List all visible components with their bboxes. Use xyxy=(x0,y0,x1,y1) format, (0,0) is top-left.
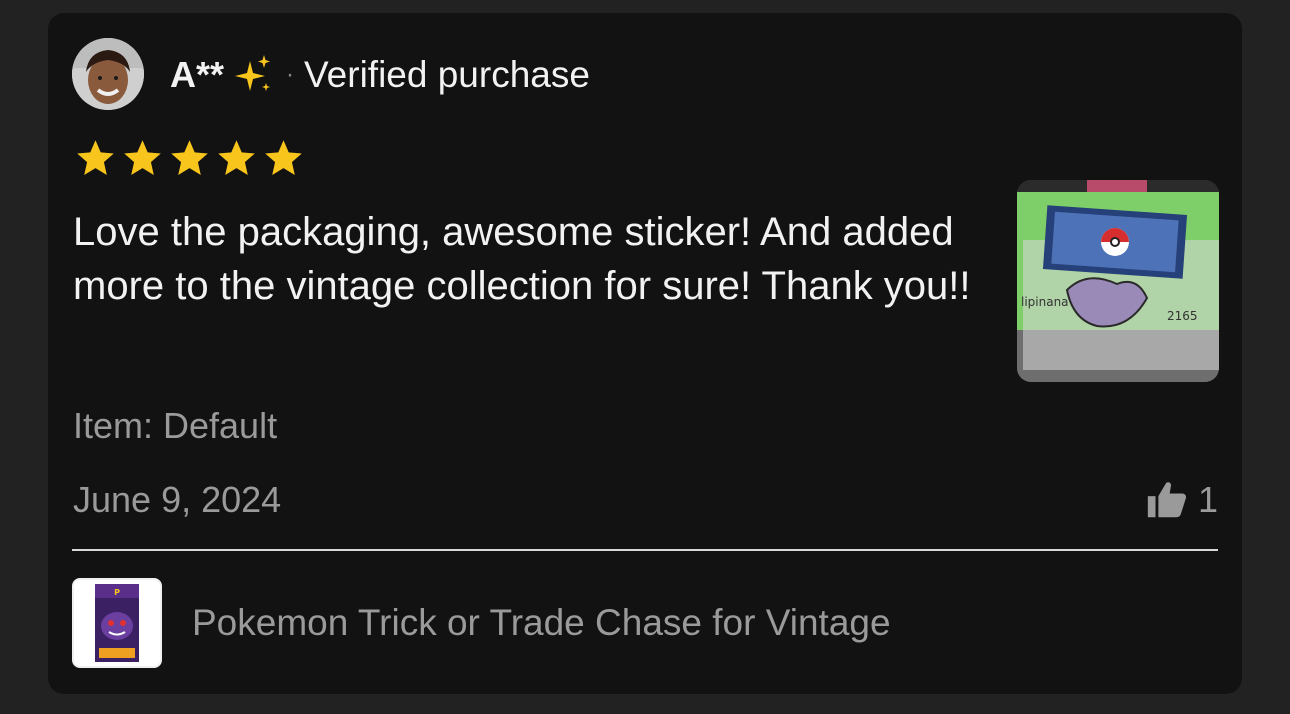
item-variant: Item: Default xyxy=(73,405,278,446)
star-icon xyxy=(171,140,208,175)
product-title[interactable]: Pokemon Trick or Trade Chase for Vintage xyxy=(192,602,891,644)
star-rating xyxy=(74,137,305,180)
star-icon xyxy=(77,140,114,175)
star-icon xyxy=(218,140,255,175)
star-icon xyxy=(124,140,161,175)
svg-text:lipinana: lipinana xyxy=(1021,295,1069,309)
thumbs-up-icon xyxy=(1147,482,1187,518)
sparkles-icon xyxy=(228,51,276,99)
review-body: Love the packaging, awesome sticker! And… xyxy=(73,210,971,308)
review-photo[interactable]: lipinana 2165 xyxy=(1017,180,1219,382)
verified-purchase-label: Verified purchase xyxy=(304,54,590,95)
svg-text:P: P xyxy=(114,588,120,597)
star-icon xyxy=(265,140,302,175)
helpful-button[interactable]: 1 xyxy=(1144,477,1218,523)
product-thumbnail[interactable]: P xyxy=(72,578,162,668)
review-date: June 9, 2024 xyxy=(73,479,282,520)
reviewer-name: A** xyxy=(170,54,225,95)
helpful-count: 1 xyxy=(1197,479,1218,520)
svg-text:2165: 2165 xyxy=(1167,309,1198,323)
product-link[interactable]: P Pokemon Trick or Trade Chase for Vinta… xyxy=(72,575,1218,671)
review-header: A** · Verified purchase xyxy=(170,51,590,99)
separator-dot: · xyxy=(286,61,295,88)
divider xyxy=(72,549,1218,551)
avatar[interactable] xyxy=(72,38,144,110)
review-card: A** · Verified purchase Love the packagi… xyxy=(48,13,1242,694)
